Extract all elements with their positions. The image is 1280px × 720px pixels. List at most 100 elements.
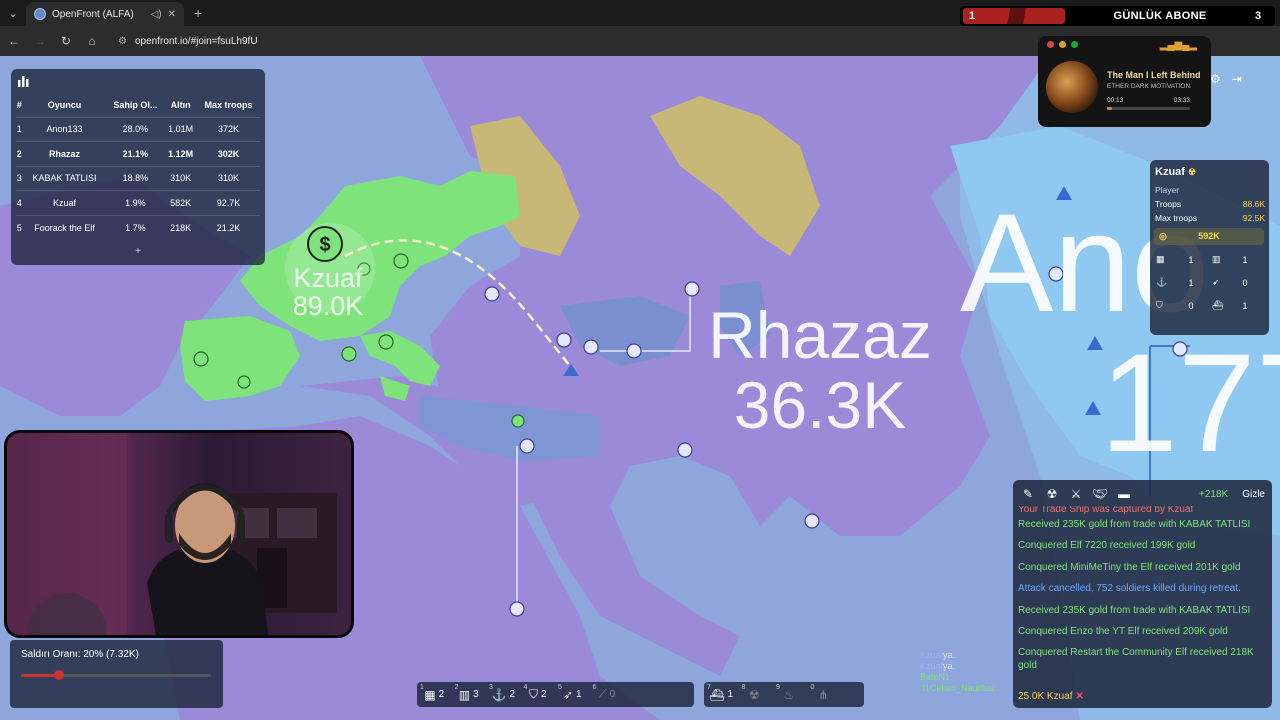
banner-left-count: 1 [963,8,1065,24]
url-field[interactable]: ⚙ openfront.io/#join=fsuLh9fU [118,36,258,47]
leaderboard-row[interactable]: 5 Foorack the Elf 1.7% 218K 21.2K [16,214,260,240]
event-message: Conquered Enzo the YT Elf received 209K … [1018,625,1228,637]
build-count: 1 [727,689,734,700]
leaderboard-row[interactable]: 2 Rhazaz 21.1% 1.12M 302K [16,141,260,167]
building-count: 0 [1242,277,1248,288]
leaderboard-cell-owned: 1.9% [106,190,165,216]
leaderboard-row[interactable]: 4 Kzuaf 1.9% 582K 92.7K [16,190,260,216]
alliance-filter-icon[interactable]: 🤝︎ [1092,487,1108,501]
close-icon[interactable]: ✕ [1075,691,1083,702]
new-tab-icon[interactable]: + [194,5,202,21]
maximize-dot-icon[interactable] [1071,41,1078,48]
leaderboard-panel: # Oyuncu Sahip Ol... Altın Max troops 1 Anon1… [11,69,265,265]
song-artist: ETHER DARK MOTIVATION [1107,83,1191,90]
back-icon[interactable]: ← [2,34,26,48]
build-warship-button[interactable]: 7 ⛴ 1 [704,682,739,707]
attack-filter-icon[interactable]: ⚔ [1068,487,1084,501]
kzuaf-map-troops: 89.0K [292,291,364,321]
troops-value: 88.6K [1242,199,1265,209]
build-defense-post-button[interactable]: 4 ⛉ 2 [521,682,556,707]
build-count: 1 [576,689,582,700]
leaderboard-cell-troops: 302K [197,141,260,167]
forward-icon[interactable]: → [28,34,52,48]
home-icon[interactable]: ⌂ [80,34,104,48]
leaderboard-cell-gold: 1.12M [164,141,198,167]
city-icon: ▦ [1156,254,1165,264]
leaderboard-row[interactable]: 3 KABAK TATLISI 18.8% 310K 310K [16,165,260,191]
leaderboard-table: # Oyuncu Sahip Ol... Altın Max troops 1 Anon1… [16,93,260,240]
build-city-button[interactable]: 1 ▦ 2 [417,682,452,707]
leaderboard-cell-name: Rhazaz [22,141,107,167]
tab-search-icon[interactable]: ⌄ [0,7,26,20]
kzuaf-map-name: Kzuaf [293,263,363,293]
brush-icon[interactable]: ✎ [1020,487,1036,501]
game-top-controls: ⚙ ⇥ [1210,72,1242,86]
equalizer-icon: ▂▄▆▄▂ [1159,40,1197,51]
build-missile-silo-button[interactable]: 5 ➶ 1 [555,682,590,707]
leaderboard-header[interactable]: Sahip Ol... [107,93,165,117]
chat-sender: BateN1: [920,672,953,682]
hydrogen-bomb-icon: ♨ [783,687,795,702]
nuke-filter-icon[interactable]: ☢ [1044,487,1060,501]
leaderboard-header[interactable]: Max troops [197,93,260,117]
factory-icon: ▥ [458,687,471,702]
song-progress-fill [1107,107,1112,110]
hotkey-label: 5 [558,684,562,691]
exit-icon[interactable]: ⇥ [1232,72,1242,86]
chat-filter-icon[interactable]: ▬ [1116,487,1132,501]
events-panel: ✎ ☢ ⚔ 🤝︎ ▬ +218K Gizle Your Trade Ship w… [1013,480,1272,708]
leaderboard-cell-gold: 310K [164,165,198,191]
build-hydrogen-bomb-button[interactable]: 9 ♨ [773,682,808,707]
event-message: Received 235K gold from trade with KABAK… [1018,519,1251,530]
rhazaz-map-label: Rhazaz 36.3K [690,300,950,440]
player-info-panel: Kzuaf ☢ Player Troops 88.6K Max troops 9… [1150,160,1269,335]
browser-tab[interactable]: OpenFront (ALFA) ◁) ✕ [26,2,184,26]
build-mirv-button[interactable]: 0 ⋔ [808,682,843,707]
bar-chart-icon[interactable] [17,75,29,87]
hotkey-label: 8 [741,684,746,691]
missile-silo-icon: ➶ [1212,277,1220,287]
attack-ratio-handle[interactable] [54,670,64,680]
chat-suffix: ya. [943,650,956,660]
port-icon: ⚓ [1156,277,1168,287]
site-info-icon[interactable]: ⚙ [118,36,127,47]
factory-icon: ▥ [1212,254,1221,264]
hide-events-button[interactable]: Gizle [1242,489,1265,500]
speaker-icon[interactable]: ◁) [151,9,162,20]
leaderboard-cell-name: KABAK TATLISI [22,165,107,191]
leaderboard-cell-troops: 310K [197,165,260,191]
minimize-dot-icon[interactable] [1059,41,1066,48]
events-footer: 25.0K Kzuaf ✕ [1018,691,1084,702]
leaderboard-header[interactable]: Altın [164,93,197,117]
build-sam-launcher-button[interactable]: 6 ⟋ 0 [590,682,625,707]
build-factory-button[interactable]: 2 ▥ 3 [452,682,487,707]
close-dot-icon[interactable] [1047,41,1054,48]
globe-icon [34,8,46,20]
kzuaf-map-label: Kzuaf 89.0K [282,264,374,320]
build-nuke-button[interactable]: 8 ☢ [739,682,774,707]
build-port-button[interactable]: 3 ⚓ 2 [486,682,521,707]
chat-feed: Kzuafya. Kzuafya. BateN1: 31Ceken_Nautilus: [920,650,996,694]
leaderboard-header[interactable]: Oyuncu [23,93,107,117]
leaderboard-cell-gold: 218K [164,214,198,240]
rhazaz-map-name: Rhazaz [708,298,932,372]
banner-title: GÜNLÜK ABONE [1113,10,1207,22]
close-tab-icon[interactable]: ✕ [168,9,176,20]
defense-post-icon: ⛉ [528,687,538,701]
music-player-widget: ▂▄▆▄▂ The Man I Left Behind ETHER DARK M… [1038,36,1211,127]
leaderboard-row[interactable]: 1 Anon133 28.0% 1.01M 372K [16,116,260,142]
max-troops-value: 92.5K [1242,213,1265,223]
hotkey-label: 0 [810,684,815,691]
attack-ratio-slider[interactable] [21,670,211,680]
webcam-overlay [4,430,354,638]
leaderboard-expand-button[interactable]: + [11,246,265,257]
hotkey-label: 3 [489,684,493,691]
hotkey-label: 4 [523,684,528,691]
song-progress-bar[interactable] [1107,107,1190,110]
warship-icon: ⛴ [709,687,725,702]
warship-icon: ⛴ [1212,300,1224,310]
building-count: 1 [1188,277,1194,288]
reload-icon[interactable]: ↻ [54,34,78,48]
chat-line: Kzuafya. [920,661,996,672]
settings-gear-icon[interactable]: ⚙ [1210,72,1221,86]
